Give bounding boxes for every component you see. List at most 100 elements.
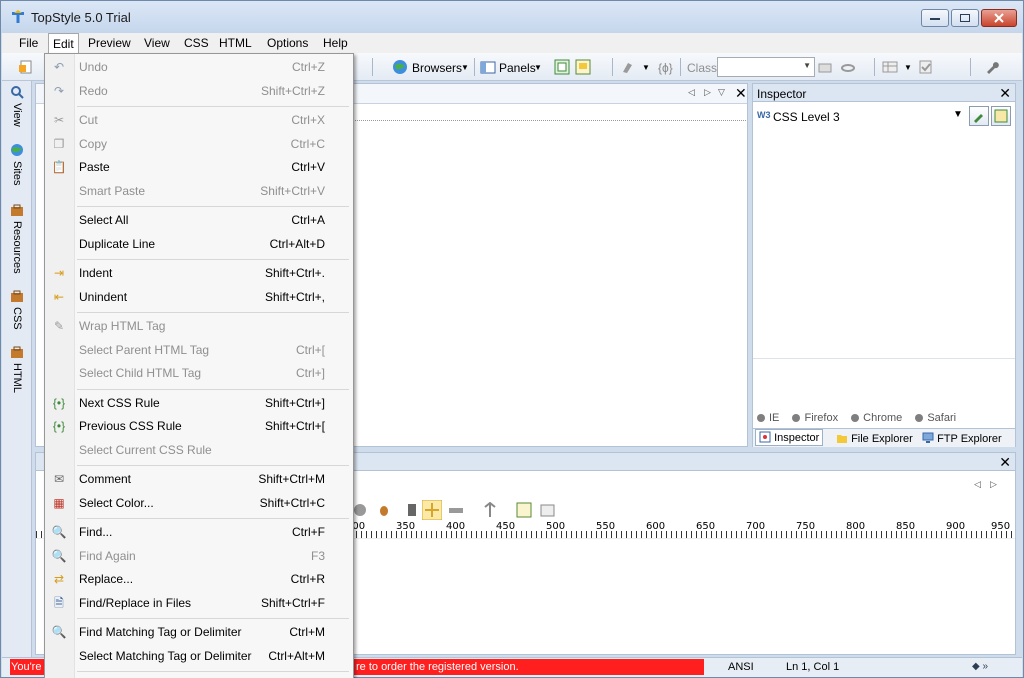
tab-ftp-explorer[interactable]: FTP Explorer — [919, 431, 1005, 446]
inspector-options-button[interactable] — [991, 106, 1011, 126]
menu-item-smart-paste[interactable]: Smart Paste Shift+Ctrl+V — [47, 180, 351, 202]
inspector-pick-button[interactable] — [969, 106, 989, 126]
briefcase-icon — [11, 204, 23, 216]
minimize-button[interactable] — [921, 9, 949, 27]
menu-item-indent[interactable]: ⇥ Indent Shift+Ctrl+. — [47, 262, 351, 284]
menu-item-replace[interactable]: ⇄ Replace... Ctrl+R — [47, 568, 351, 590]
dock-tab-view[interactable]: View — [6, 85, 28, 127]
image-icon[interactable] — [516, 502, 532, 518]
resize-icon[interactable] — [482, 502, 498, 518]
menu-help[interactable]: Help — [323, 36, 348, 50]
menu-item-select-all[interactable]: Select All Ctrl+A — [47, 209, 351, 231]
close-window-button[interactable] — [981, 9, 1017, 27]
menu-item-redo[interactable]: ↷ Redo Shift+Ctrl+Z — [47, 80, 351, 102]
new-file-icon[interactable] — [18, 59, 34, 75]
ruler-toggle-icon[interactable] — [448, 502, 464, 518]
menu-item-undo[interactable]: ↶ Undo Ctrl+Z — [47, 56, 351, 78]
dock-tab-html[interactable]: HTML — [6, 345, 28, 393]
bookmark-icon[interactable] — [404, 502, 420, 518]
browser-toggle-firefox[interactable]: Firefox — [792, 412, 838, 424]
menu-item-paste[interactable]: 📋 Paste Ctrl+V — [47, 156, 351, 178]
menu-preview[interactable]: Preview — [88, 36, 131, 50]
class-combobox[interactable]: ▼ — [717, 57, 815, 77]
menu-item-find-again[interactable]: 🔍 Find Again F3 — [47, 545, 351, 567]
scroll-right-icon[interactable]: ▷ — [704, 87, 711, 98]
menu-item-select-current-css-rule[interactable]: Select Current CSS Rule — [47, 439, 351, 461]
menu-item-next-css-rule[interactable]: {•} Next CSS Rule Shift+Ctrl+] — [47, 392, 351, 414]
wrench-icon[interactable] — [984, 59, 1000, 75]
screenshot-icon[interactable] — [540, 502, 556, 518]
browsers-button[interactable]: Browsers — [412, 61, 462, 75]
menu-view[interactable]: View — [144, 36, 170, 50]
link-icon[interactable] — [840, 59, 856, 75]
menu-item-wrap-html-tag[interactable]: ✎ Wrap HTML Tag — [47, 315, 351, 337]
dock-tab-sites[interactable]: Sites — [6, 143, 28, 185]
css-level-selector[interactable]: W3 CSS Level 3 ▼ — [753, 106, 1015, 128]
layout-icon[interactable] — [554, 59, 570, 75]
menu-item-label: Undo — [79, 60, 108, 74]
menu-item-find-replace-in-files[interactable]: 🗎 Find/Replace in Files Shift+Ctrl+F — [47, 592, 351, 614]
brush-icon[interactable] — [620, 59, 636, 75]
scroll-left-icon[interactable]: ◁ — [974, 479, 981, 490]
close-editor-icon[interactable]: ✕ — [735, 85, 747, 102]
close-icon — [994, 13, 1004, 23]
bug-icon[interactable] — [376, 502, 392, 518]
menu-html[interactable]: HTML — [219, 36, 252, 50]
browser-toggle-ie[interactable]: IE — [757, 412, 779, 424]
scroll-left-icon[interactable]: ◁ — [688, 87, 695, 98]
browser-toggle-safari[interactable]: Safari — [915, 412, 956, 424]
menu-item-select-color[interactable]: ▦ Select Color... Shift+Ctrl+C — [47, 492, 351, 514]
ruler-label: 550 — [596, 521, 616, 532]
menu-item-select-matching-tag-or-delimiter[interactable]: Select Matching Tag or Delimiter Ctrl+Alt… — [47, 645, 351, 667]
globe-icon — [393, 60, 407, 74]
close-icon[interactable]: ✕ — [999, 85, 1011, 102]
browser-toggle-chrome[interactable]: Chrome — [851, 412, 902, 424]
validate-icon[interactable] — [918, 59, 934, 75]
inspector-header: Inspector ✕ — [753, 84, 1015, 102]
menu-item-duplicate-line[interactable]: Duplicate Line Ctrl+Alt+D — [47, 233, 351, 255]
menu-options[interactable]: Options — [267, 36, 308, 50]
dock-tab-resources[interactable]: Resources — [6, 203, 28, 274]
close-icon[interactable]: ✕ — [999, 454, 1011, 471]
panels-button[interactable]: Panels — [499, 61, 536, 75]
menu-item-unindent[interactable]: ⇤ Unindent Shift+Ctrl+, — [47, 286, 351, 308]
menu-edit[interactable]: Edit — [48, 33, 79, 53]
menu-item-select-parent-html-tag[interactable]: Select Parent HTML Tag Ctrl+[ — [47, 339, 351, 361]
menu-item-copy[interactable]: ❐ Copy Ctrl+C — [47, 133, 351, 155]
scroll-right-icon[interactable]: ▷ — [990, 479, 997, 490]
edit-class-icon[interactable] — [818, 59, 834, 75]
menu-item-comment[interactable]: ✉ Comment Shift+Ctrl+M — [47, 468, 351, 490]
inspector-tab-strip: Inspector File Explorer FTP Explorer — [753, 428, 1015, 447]
menu-item-find-matching-tag-or-delimiter[interactable]: 🔍 Find Matching Tag or Delimiter Ctrl+M — [47, 621, 351, 643]
tab-inspector[interactable]: Inspector — [755, 429, 824, 446]
maximize-button[interactable] — [951, 9, 979, 27]
menu-item-select-child-html-tag[interactable]: Select Child HTML Tag Ctrl+] — [47, 362, 351, 384]
window-title: TopStyle 5.0 Trial — [31, 10, 131, 25]
css-rule-icon[interactable]: {ϕ} — [658, 61, 673, 75]
menu-file[interactable]: File — [19, 36, 38, 50]
menu-item-shortcut: Ctrl+V — [291, 160, 325, 174]
menu-item-find[interactable]: 🔍 Find... Ctrl+F — [47, 521, 351, 543]
menu-item-shortcut: Ctrl+M — [289, 625, 325, 639]
menu-item-cut[interactable]: ✂ Cut Ctrl+X — [47, 109, 351, 131]
crosshair-icon[interactable] — [422, 500, 442, 520]
find-in-files-icon: 🗎 — [54, 595, 64, 610]
menu-css[interactable]: CSS — [184, 36, 209, 50]
menu-item-shortcut: Shift+Ctrl+] — [264, 395, 325, 410]
menu-item-label: Find... — [79, 525, 113, 539]
table-icon[interactable] — [882, 59, 898, 75]
monitor-icon — [922, 432, 934, 443]
encoding-indicator: ANSI — [728, 661, 754, 673]
dock-tab-css[interactable]: CSS — [6, 289, 28, 330]
menu-item-shortcut: Ctrl+Alt+M — [268, 648, 325, 663]
tab-file-explorer[interactable]: File Explorer — [833, 431, 916, 446]
menu-item-previous-css-rule[interactable]: {•} Previous CSS Rule Shift+Ctrl+[ — [47, 415, 351, 437]
menu-item-goto-line[interactable]: ↳Goto Line...Ctrl+G — [47, 674, 351, 678]
toolbar-separator — [680, 58, 681, 76]
tab-list-icon[interactable]: ▽ — [718, 87, 725, 98]
preview-icon[interactable] — [575, 59, 591, 75]
edit-menu-dropdown: ↶ Undo Ctrl+Z ↷ Redo Shift+Ctrl+Z ✂ Cut Ctrl+X ❐ C… — [44, 53, 354, 678]
ruler-label: 800 — [846, 521, 866, 532]
chevron-down-icon: ▼ — [904, 63, 912, 72]
arrow-icon[interactable] — [352, 502, 368, 518]
